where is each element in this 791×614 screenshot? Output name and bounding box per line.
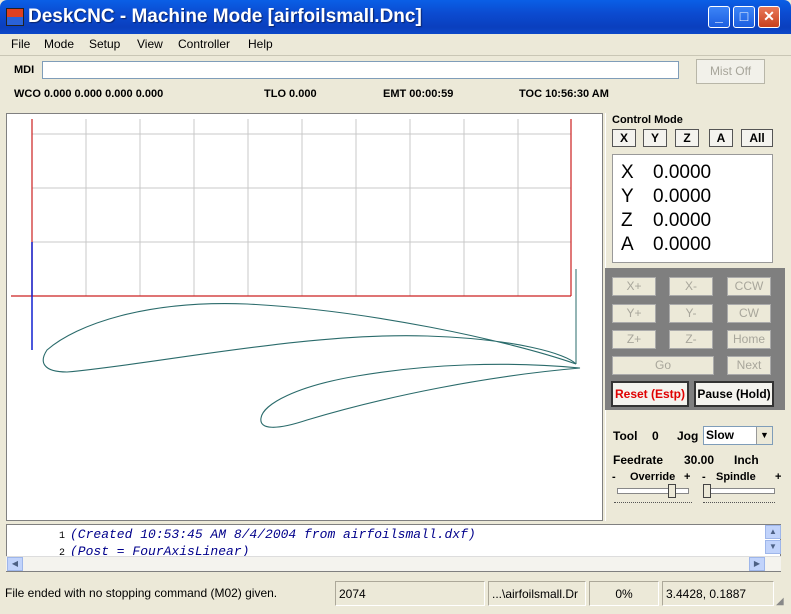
scroll-down-icon[interactable]: ▼ <box>765 540 781 554</box>
spindle-label: Spindle <box>716 471 756 483</box>
jog-z-plus-button[interactable]: Z+ <box>612 330 656 349</box>
window-title: DeskCNC - Machine Mode [airfoilsmall.Dnc… <box>28 6 422 27</box>
status-percent: 0% <box>589 581 659 606</box>
tlo-readout: TLO 0.000 <box>264 88 317 100</box>
reset-estop-button[interactable]: Reset (Estp) <box>611 381 689 407</box>
control-mode-title: Control Mode <box>612 114 683 126</box>
spindle-minus: - <box>702 471 706 483</box>
tool-label: Tool <box>613 429 638 443</box>
maximize-button[interactable]: □ <box>733 6 755 28</box>
override-ticks <box>614 500 692 503</box>
toolpath-view[interactable] <box>6 113 603 521</box>
gcode-line-number: 1 <box>58 531 65 542</box>
menu-file[interactable]: File <box>11 37 30 51</box>
next-button[interactable]: Next <box>727 356 771 375</box>
jog-speed-select[interactable]: Slow ▼ <box>703 426 773 445</box>
jog-cw-button[interactable]: CW <box>727 304 771 323</box>
override-track <box>617 488 689 494</box>
close-button[interactable]: ✕ <box>758 6 780 28</box>
menu-divider <box>0 55 791 56</box>
spindle-track <box>703 488 775 494</box>
axis-a-button[interactable]: A <box>709 129 733 147</box>
dro-x-axis: X <box>621 162 634 183</box>
wco-readout: WCO 0.000 0.000 0.000 0.000 <box>14 88 164 100</box>
jog-label: Jog <box>677 429 699 443</box>
dro-z-value: 0.0000 <box>653 210 712 231</box>
axis-y-button[interactable]: Y <box>643 129 667 147</box>
mdi-input[interactable] <box>42 61 679 79</box>
override-plus: + <box>684 471 691 483</box>
dro-a-value: 0.0000 <box>653 234 712 255</box>
menu-bar: File Mode Setup View Controller Help <box>4 35 787 54</box>
feedrate-unit: Inch <box>734 453 759 467</box>
feedrate-label: Feedrate <box>613 453 664 467</box>
override-minus: - <box>612 471 616 483</box>
dro-a-row: A 0.0000 <box>621 234 711 256</box>
dro-display: X 0.0000 Y 0.0000 Z 0.0000 A 0.0000 <box>612 154 773 263</box>
resize-grip-icon[interactable]: ◢ <box>776 596 784 607</box>
jog-y-plus-button[interactable]: Y+ <box>612 304 656 323</box>
scroll-up-icon[interactable]: ▲ <box>765 525 781 539</box>
app-icon[interactable] <box>6 8 24 26</box>
home-button[interactable]: Home <box>727 330 771 349</box>
jog-y-minus-button[interactable]: Y- <box>669 304 713 323</box>
emt-readout: EMT 00:00:59 <box>383 88 454 100</box>
gcode-line-text: (Created 10:53:45 AM 8/4/2004 from airfo… <box>70 527 476 542</box>
dro-x-row: X 0.0000 <box>621 162 711 184</box>
status-coords: 3.4428, 0.1887 <box>662 581 774 606</box>
grid-lines <box>32 119 571 296</box>
pause-hold-button[interactable]: Pause (Hold) <box>694 381 774 407</box>
spindle-slider[interactable] <box>703 484 711 498</box>
jog-z-minus-button[interactable]: Z- <box>669 330 713 349</box>
toolpath-drawing <box>11 119 581 428</box>
status-line-count: 2074 <box>335 581 485 606</box>
minimize-button[interactable]: _ <box>708 6 730 28</box>
override-label: Override <box>630 471 676 483</box>
dro-x-value: 0.0000 <box>653 162 712 183</box>
scroll-left-icon[interactable]: ◀ <box>7 557 23 571</box>
dro-y-value: 0.0000 <box>653 186 712 207</box>
mdi-label: MDI <box>14 64 35 76</box>
status-file: ...\airfoilsmall.Dr <box>488 581 586 606</box>
chevron-down-icon[interactable]: ▼ <box>756 427 772 444</box>
feedrate-value: 30.00 <box>684 453 715 467</box>
axis-x-button[interactable]: X <box>612 129 636 147</box>
dro-z-row: Z 0.0000 <box>621 210 711 232</box>
airfoil-upper <box>42 303 577 373</box>
go-button[interactable]: Go <box>612 356 714 375</box>
tool-value: 0 <box>652 429 659 443</box>
jog-ccw-button[interactable]: CCW <box>727 277 771 296</box>
dro-a-axis: A <box>621 234 634 255</box>
mist-off-button[interactable]: Mist Off <box>696 59 765 84</box>
scroll-right-icon[interactable]: ▶ <box>749 557 765 571</box>
spindle-plus: + <box>775 471 782 483</box>
airfoil-lower <box>260 363 581 428</box>
gcode-line: 1 (Created 10:53:45 AM 8/4/2004 from airf… <box>7 527 476 542</box>
dro-z-axis: Z <box>621 210 633 231</box>
menu-mode[interactable]: Mode <box>44 37 74 51</box>
spindle-ticks <box>703 500 775 503</box>
red-boundary <box>11 119 572 297</box>
jog-speed-value: Slow <box>706 428 735 442</box>
menu-controller[interactable]: Controller <box>178 37 230 51</box>
status-message: File ended with no stopping command (M02… <box>5 586 278 600</box>
menu-help[interactable]: Help <box>248 37 273 51</box>
axis-z-button[interactable]: Z <box>675 129 699 147</box>
jog-x-minus-button[interactable]: X- <box>669 277 713 296</box>
override-slider[interactable] <box>668 484 677 498</box>
menu-view[interactable]: View <box>137 37 163 51</box>
jog-x-plus-button[interactable]: X+ <box>612 277 656 296</box>
menu-setup[interactable]: Setup <box>89 37 120 51</box>
dro-y-row: Y 0.0000 <box>621 186 711 208</box>
toc-readout: TOC 10:56:30 AM <box>519 88 609 100</box>
horizontal-scrollbar[interactable] <box>6 556 781 571</box>
axis-all-button[interactable]: All <box>741 129 773 147</box>
dro-y-axis: Y <box>621 186 634 207</box>
